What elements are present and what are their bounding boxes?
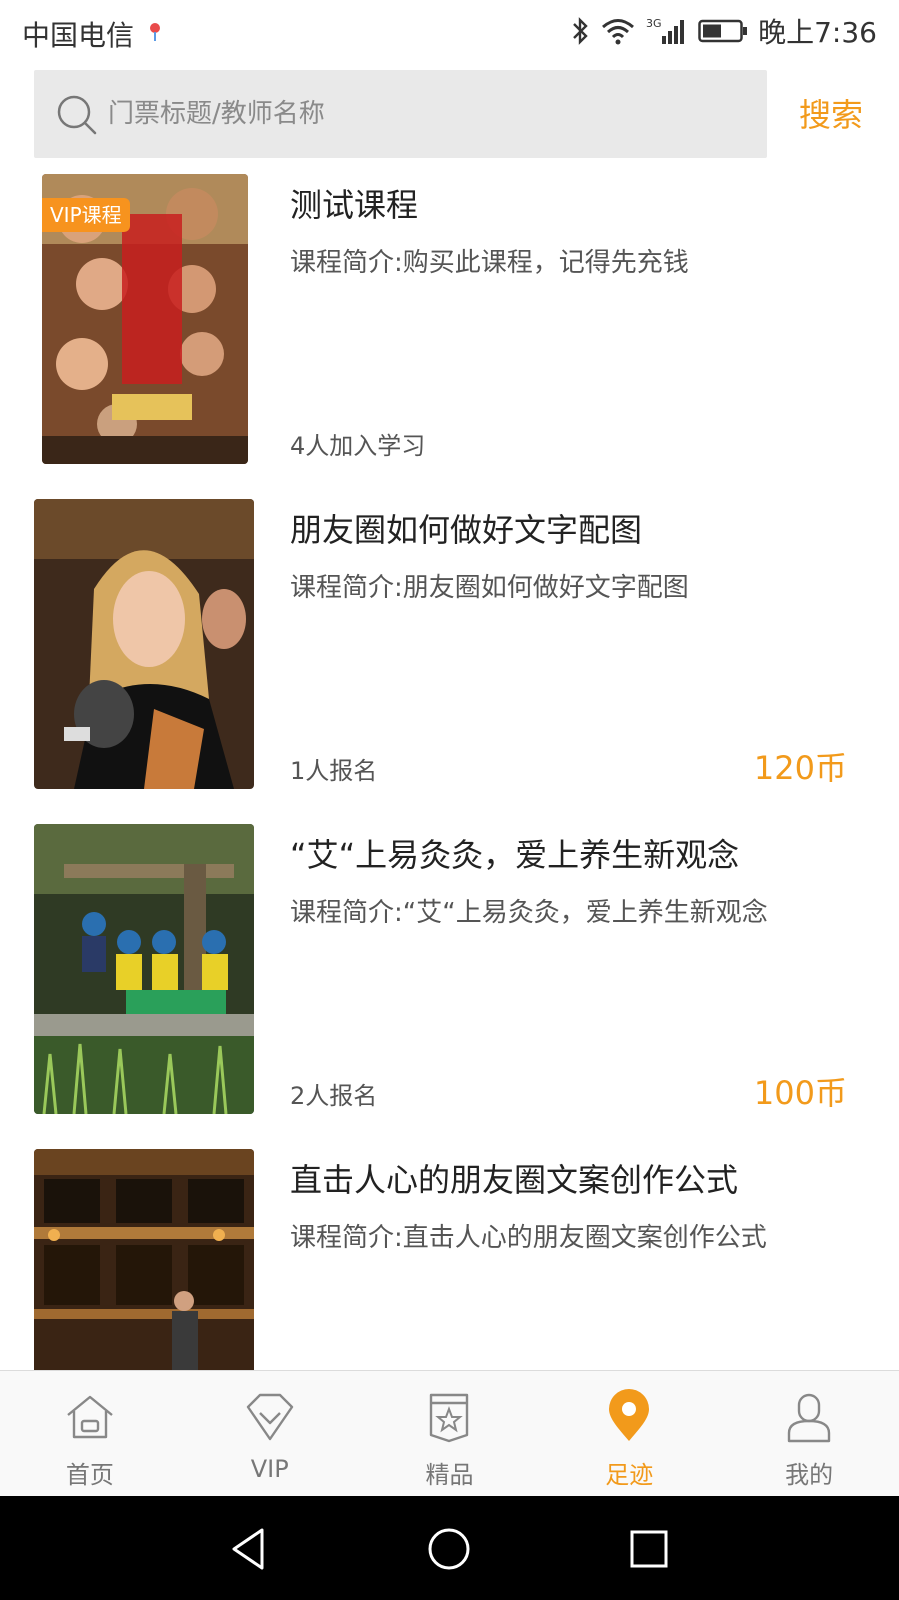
enrollment-count: 1人报名: [290, 757, 378, 785]
children-photo-image: [34, 824, 254, 1114]
course-title: 朋友圈如何做好文字配图: [290, 511, 643, 549]
diamond-icon: [246, 1393, 293, 1441]
search-icon: [57, 95, 97, 135]
system-navigation-bar: [0, 1496, 899, 1600]
course-thumbnail: [34, 1149, 254, 1370]
tab-premium[interactable]: 精品: [360, 1371, 540, 1496]
tab-label: 足迹: [605, 1461, 654, 1489]
signal-3g-icon: 3G: [646, 17, 685, 44]
search-button[interactable]: 搜索: [799, 90, 863, 136]
course-price: 120币: [753, 749, 847, 787]
home-circle-icon[interactable]: [426, 1526, 472, 1572]
course-description: 课程简介:“艾“上易灸灸，爱上养生新观念: [290, 898, 768, 928]
location-pin-icon: [609, 1389, 650, 1441]
tab-label: VIP: [250, 1455, 289, 1483]
person-icon: [787, 1393, 831, 1443]
search-input[interactable]: [108, 88, 728, 140]
course-price: 100币: [753, 1074, 847, 1112]
course-list[interactable]: VIP课程 测试课程 课程简介:购买此课程，记得先充钱 4人加入学习 朋友圈如何…: [0, 162, 899, 1370]
status-icons: 3G 晚上7:36: [570, 12, 877, 50]
search-bar: 搜索: [0, 62, 899, 162]
location-indicator-icon: [150, 23, 160, 41]
course-thumbnail: [34, 499, 254, 789]
tab-mine[interactable]: 我的: [719, 1371, 899, 1496]
tab-label: 我的: [785, 1461, 834, 1489]
battery-icon: [698, 19, 748, 43]
vip-course-badge: VIP课程: [42, 198, 130, 232]
course-thumbnail: [34, 824, 254, 1114]
search-box[interactable]: [34, 70, 767, 158]
course-thumbnail: VIP课程: [42, 174, 248, 464]
recents-square-icon[interactable]: [626, 1526, 672, 1572]
tab-label: 首页: [65, 1461, 114, 1489]
list-item[interactable]: 直击人心的朋友圈文案创作公式 课程简介:直击人心的朋友圈文案创作公式: [0, 1137, 899, 1370]
tab-footprint[interactable]: 足迹: [539, 1371, 719, 1496]
tab-vip[interactable]: VIP: [180, 1371, 360, 1496]
home-icon: [67, 1395, 113, 1439]
carrier-name: 中国电信: [22, 19, 135, 52]
enrollment-count: 2人报名: [290, 1082, 378, 1110]
wifi-icon: [602, 19, 635, 45]
course-description: 课程简介:购买此课程，记得先充钱: [290, 248, 689, 278]
course-description: 课程简介:直击人心的朋友圈文案创作公式: [290, 1223, 767, 1253]
theater-speaker-photo-image: [34, 1149, 254, 1370]
list-item[interactable]: “艾“上易灸灸，爱上养生新观念 课程简介:“艾“上易灸灸，爱上养生新观念 2人报…: [0, 812, 899, 1137]
course-title: 测试课程: [290, 186, 419, 224]
bottom-tab-bar: 首页 VIP 精品 足迹 我的: [0, 1370, 899, 1496]
list-item[interactable]: 朋友圈如何做好文字配图 课程简介:朋友圈如何做好文字配图 1人报名 120币: [0, 487, 899, 812]
svg-text:3G: 3G: [646, 17, 662, 30]
tab-label: 精品: [425, 1461, 474, 1489]
status-bar: 中国电信 3G 晚上7:36: [0, 0, 899, 62]
clock: 晚上7:36: [758, 16, 877, 49]
back-icon[interactable]: [226, 1526, 272, 1572]
tab-home[interactable]: 首页: [0, 1371, 180, 1496]
enrollment-count: 4人加入学习: [290, 432, 426, 460]
woman-photo-image: [34, 499, 254, 789]
course-title: “艾“上易灸灸，爱上养生新观念: [290, 836, 740, 874]
course-description: 课程简介:朋友圈如何做好文字配图: [290, 573, 689, 603]
bluetooth-icon: [573, 17, 588, 45]
star-badge-icon: [430, 1393, 469, 1443]
course-title: 直击人心的朋友圈文案创作公式: [290, 1161, 739, 1199]
list-item[interactable]: VIP课程 测试课程 课程简介:购买此课程，记得先充钱 4人加入学习: [0, 162, 899, 487]
